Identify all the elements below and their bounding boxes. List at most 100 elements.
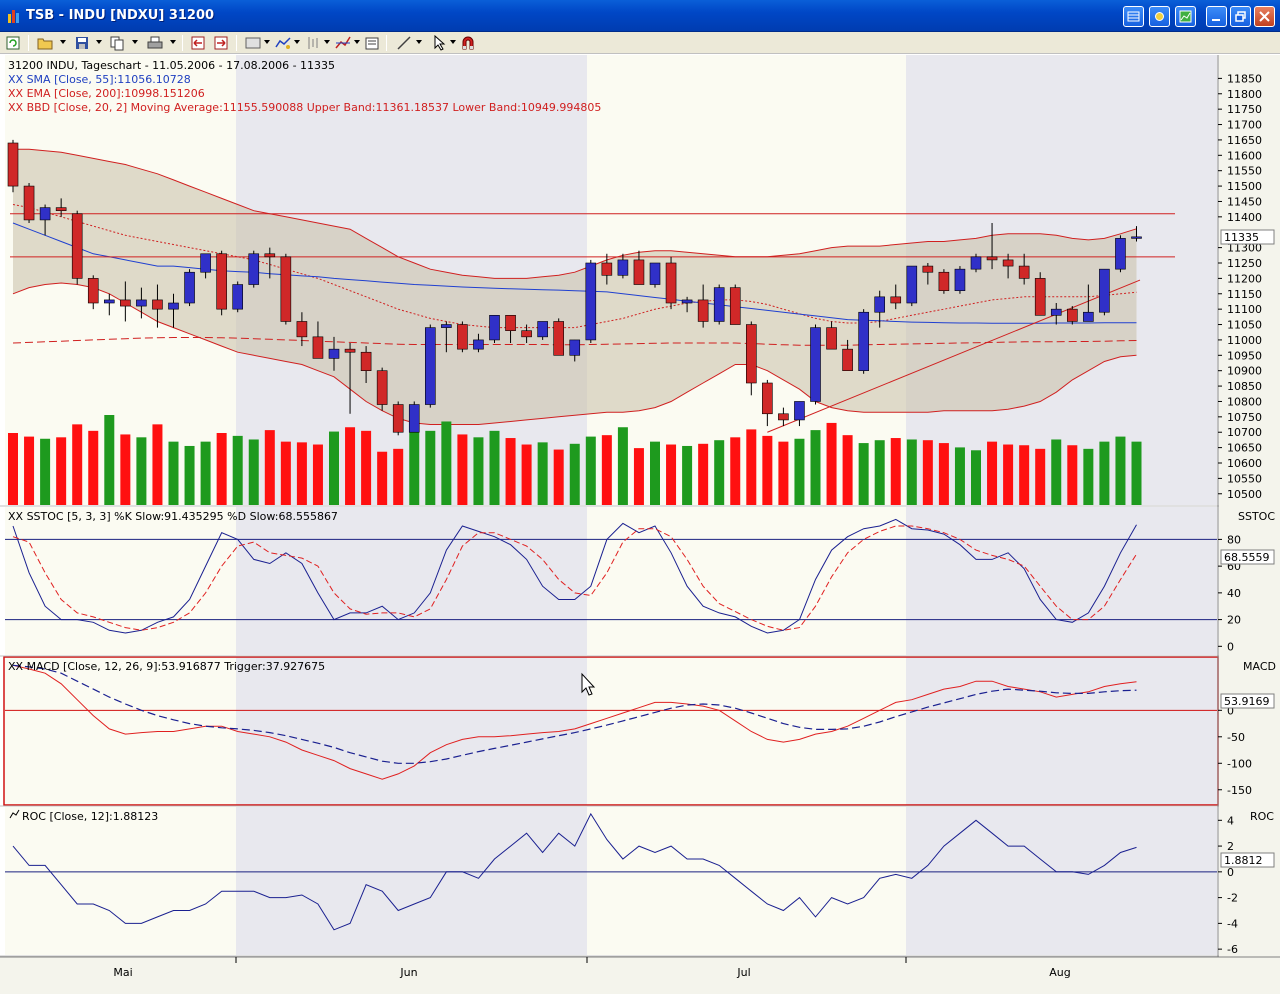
candle-body (601, 262, 613, 276)
roc-tick-label: 4 (1227, 814, 1234, 827)
candle-body (248, 253, 260, 285)
volume-bar (425, 430, 436, 505)
legend-price: 31200 INDU, Tageschart - 11.05.2006 - 17… (8, 59, 335, 72)
print-icon[interactable] (146, 34, 164, 52)
candle-body (521, 330, 532, 338)
volume-bar (312, 444, 323, 505)
candle-body (23, 185, 35, 221)
candle-body (39, 207, 51, 221)
candle-body (7, 142, 19, 187)
line-tool-icon[interactable] (395, 34, 413, 52)
redo-icon[interactable] (212, 34, 230, 52)
candle-body (392, 404, 404, 433)
candle-body (874, 296, 886, 313)
volume-bar (457, 434, 468, 505)
candle-body (537, 321, 548, 338)
candle-body (729, 287, 741, 325)
volume-bar (168, 441, 179, 505)
undo-icon[interactable] (189, 34, 207, 52)
toolbar (0, 32, 1280, 54)
price-tick-label: 11750 (1227, 103, 1262, 116)
minimize-button[interactable] (1206, 6, 1227, 27)
candle-body (970, 256, 982, 270)
save-icon[interactable] (73, 34, 91, 52)
x-axis-background (0, 957, 1280, 994)
volume-bar (746, 429, 757, 505)
candle-body (842, 348, 853, 371)
candle-body (826, 327, 837, 350)
settings-icon[interactable] (1149, 6, 1170, 27)
volume-bar (794, 438, 805, 505)
candle-body (922, 265, 934, 273)
chart-style-icon[interactable] (274, 34, 292, 52)
price-tick-label: 11150 (1227, 288, 1262, 301)
maximize-button[interactable] (1230, 6, 1251, 27)
properties-icon[interactable] (363, 34, 381, 52)
stoc-tick-label: 80 (1227, 533, 1241, 546)
copy-icon[interactable] (108, 34, 126, 52)
candle-body (104, 299, 115, 304)
magnet-icon[interactable] (459, 34, 477, 52)
candle-body (441, 324, 452, 328)
volume-bar (232, 435, 243, 505)
volume-bar (987, 441, 998, 505)
price-tick-label: 11600 (1227, 149, 1262, 162)
candle-body (890, 296, 902, 304)
candle-body (184, 271, 195, 304)
legend-roc: ROC [Close, 12]:1.88123 (22, 810, 158, 823)
legend-sma: XX SMA [Close, 55]:11056.10728 (8, 73, 191, 86)
candle-body (649, 262, 661, 285)
candle-body (360, 351, 372, 371)
price-tick-label: 11000 (1227, 334, 1262, 347)
price-tick-label: 10800 (1227, 395, 1262, 408)
month-shading (906, 657, 1217, 805)
month-shading (906, 807, 1217, 955)
stoc-tick-label: 40 (1227, 587, 1241, 600)
roc-tick-label: -2 (1227, 892, 1238, 905)
month-shading (236, 507, 587, 655)
chart-icon[interactable] (1175, 6, 1196, 27)
candle-body (1050, 308, 1062, 316)
volume-bar (1051, 439, 1062, 505)
candle-body (136, 299, 147, 307)
price-tick-label: 11700 (1227, 119, 1262, 132)
price-tick-label: 11250 (1227, 257, 1262, 270)
volume-bar (136, 437, 147, 505)
volume-bar (826, 422, 837, 505)
refresh-icon[interactable] (4, 34, 22, 52)
candle-body (55, 207, 67, 211)
volume-bar (585, 436, 596, 505)
volume-bar (682, 445, 693, 505)
drawing-tools-icon[interactable] (334, 34, 352, 52)
volume-bar (216, 433, 227, 505)
svg-text:68.5559: 68.5559 (1224, 551, 1270, 564)
close-button[interactable] (1254, 6, 1275, 27)
badge-price: 11335 (1220, 229, 1275, 245)
volume-bar (1003, 444, 1014, 505)
price-tick-label: 10500 (1227, 488, 1262, 501)
volume-bar (184, 445, 195, 505)
indicator-icon[interactable] (304, 34, 322, 52)
layout-icon[interactable] (1123, 6, 1144, 27)
volume-bar (922, 440, 933, 505)
volume-bar (1067, 445, 1078, 505)
chart-window-icon[interactable] (244, 34, 262, 52)
volume-bar (264, 430, 275, 505)
volume-bar (56, 437, 67, 505)
volume-bar (296, 442, 307, 505)
candle-body (954, 268, 966, 291)
legend-bbd: XX BBD [Close, 20, 2] Moving Average:111… (8, 101, 601, 114)
candle-body (200, 253, 211, 273)
price-tick-label: 11500 (1227, 180, 1262, 193)
chart-area[interactable]: 10500 10550 10600 10650 10700 10750 10800 10850… (0, 55, 1280, 994)
candle-body (1083, 311, 1094, 322)
candle-body (473, 339, 484, 350)
candle-body (344, 348, 356, 353)
svg-text:11335: 11335 (1224, 231, 1259, 244)
candle-body (681, 299, 693, 304)
pointer-icon[interactable] (431, 34, 449, 52)
volume-bar (104, 415, 115, 505)
volume-bar (874, 440, 885, 505)
volume-bar (200, 441, 211, 505)
open-folder-icon[interactable] (36, 34, 54, 52)
